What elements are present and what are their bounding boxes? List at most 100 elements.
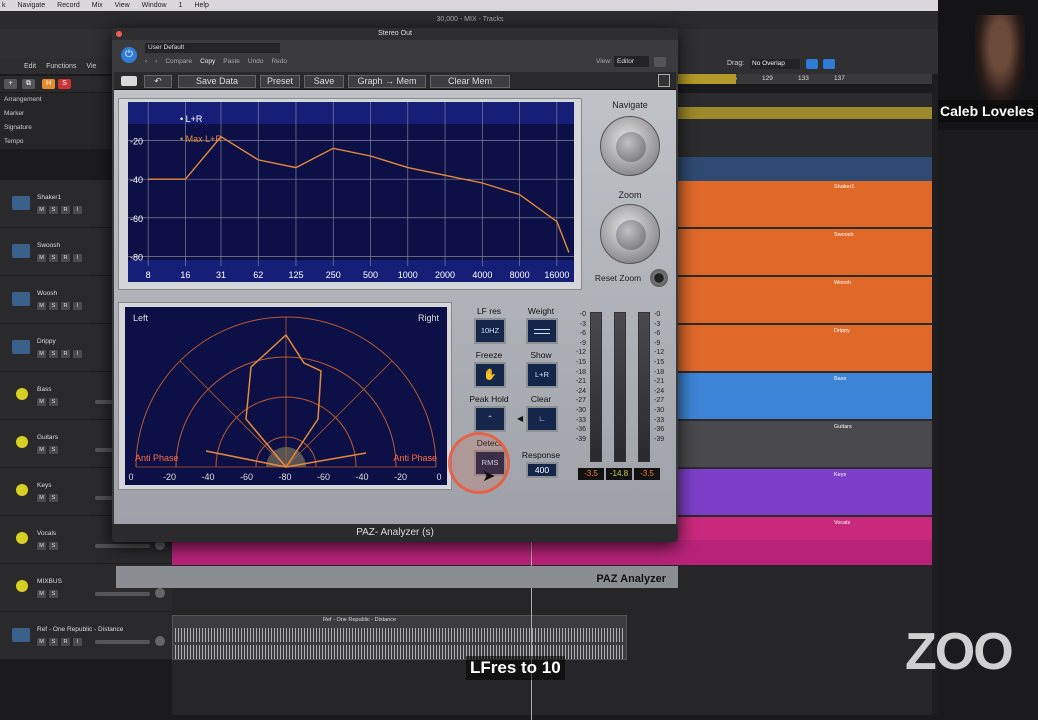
track-button[interactable]: M	[37, 494, 46, 502]
track-button[interactable]: S	[49, 302, 58, 310]
preset-button[interactable]: Preset	[260, 75, 300, 88]
vertical-scrollbar[interactable]	[932, 74, 938, 714]
show-button[interactable]: L+R	[526, 362, 558, 388]
track-button[interactable]: M	[37, 446, 46, 454]
prev-preset-icon[interactable]: ‹	[145, 58, 147, 65]
undo-icon[interactable]: ↶	[144, 75, 172, 88]
weight-button[interactable]	[526, 318, 558, 344]
center-peak-readout[interactable]: -14.8	[606, 468, 632, 480]
menu-item-0[interactable]: k	[2, 2, 6, 9]
track-button[interactable]: I	[73, 302, 82, 310]
track-button[interactable]: M	[37, 206, 46, 214]
lf-res-button[interactable]: 10HZ	[474, 318, 506, 344]
track-button[interactable]: M	[37, 638, 46, 646]
snap-icon[interactable]	[806, 59, 818, 69]
menu-item-2[interactable]: Record	[57, 2, 80, 9]
link-icon[interactable]	[654, 57, 666, 67]
redo-button[interactable]: Redo	[271, 58, 287, 65]
track-name[interactable]: Keys	[37, 482, 51, 489]
track-header[interactable]: Ref - One Republic - Distance M S R I	[0, 612, 172, 660]
track-button[interactable]: R	[61, 302, 70, 310]
peak-hold-icon[interactable]: ⌃	[474, 406, 506, 432]
track-button[interactable]: R	[61, 638, 70, 646]
flex-icon[interactable]	[823, 59, 835, 69]
zoom-joystick[interactable]	[600, 204, 660, 264]
left-peak-readout[interactable]: -3.5	[578, 468, 604, 480]
menu-item-1[interactable]: Navigate	[18, 2, 46, 9]
menu-item-7[interactable]: Help	[194, 2, 208, 9]
track-region[interactable]: Drippy	[676, 325, 932, 371]
volume-fader[interactable]	[95, 592, 150, 596]
track-name[interactable]: Ref - One Republic - Distance	[37, 626, 123, 633]
preset-select[interactable]: User Default	[145, 43, 280, 53]
track-button[interactable]: S	[49, 206, 58, 214]
track-button[interactable]: M	[37, 302, 46, 310]
next-preset-icon[interactable]: ›	[155, 58, 157, 65]
track-name[interactable]: MIXBUS	[37, 578, 62, 585]
menu-item-3[interactable]: Mix	[92, 2, 103, 9]
track-region[interactable]: Guitars	[676, 421, 932, 467]
menu-item-4[interactable]: View	[115, 2, 130, 9]
track-name[interactable]: Bass	[37, 386, 51, 393]
menu-icon[interactable]	[658, 74, 670, 87]
global-track-0[interactable]: Arrangement	[4, 96, 42, 103]
clear-icon[interactable]: ∟	[526, 406, 558, 432]
paste-button[interactable]: Paste	[223, 58, 240, 65]
track-button[interactable]: R	[61, 254, 70, 262]
volume-fader[interactable]	[95, 640, 150, 644]
s-button[interactable]: S	[58, 79, 71, 89]
freeze-hand-icon[interactable]: ✋	[474, 362, 506, 388]
view-select[interactable]: Editor	[614, 56, 649, 67]
track-name[interactable]: Shaker1	[37, 194, 61, 201]
track-button[interactable]: R	[61, 350, 70, 358]
menu-item-6[interactable]: 1	[179, 2, 183, 9]
pan-knob[interactable]	[155, 588, 165, 598]
spectrum-graph[interactable]: 8 16 31 62 125 250 500 1000 2000 4000 8000 16000 -20…	[128, 102, 574, 282]
track-button[interactable]: S	[49, 590, 58, 598]
track-button[interactable]: S	[49, 494, 58, 502]
hide-button[interactable]: H	[42, 79, 55, 89]
track-name[interactable]: Woosh	[37, 290, 57, 297]
track-button[interactable]: M	[37, 590, 46, 598]
arrangement-region[interactable]	[676, 107, 932, 119]
save-data-button[interactable]: Save Data	[178, 75, 256, 88]
track-button[interactable]: M	[37, 350, 46, 358]
edit-menu-2[interactable]: Vie	[86, 63, 96, 70]
track-button[interactable]: S	[49, 350, 58, 358]
track-button[interactable]: S	[49, 542, 58, 550]
vocals-region-strip[interactable]	[172, 540, 932, 565]
global-track-2[interactable]: Signature	[4, 124, 32, 131]
close-icon[interactable]	[116, 31, 122, 37]
save-button[interactable]: Save	[304, 75, 344, 88]
add-track-button[interactable]: +	[4, 79, 17, 89]
menu-item-5[interactable]: Window	[142, 2, 167, 9]
volume-fader[interactable]	[95, 544, 150, 548]
track-name[interactable]: Guitars	[37, 434, 58, 441]
track-button[interactable]: I	[73, 638, 82, 646]
track-button[interactable]: S	[49, 446, 58, 454]
track-button[interactable]: I	[73, 254, 82, 262]
track-name[interactable]: Vocals	[37, 530, 56, 537]
track-name[interactable]: Swoosh	[37, 242, 60, 249]
power-icon[interactable]: ⏻	[121, 47, 137, 63]
track-button[interactable]: I	[73, 350, 82, 358]
track-button[interactable]: R	[61, 206, 70, 214]
track-region[interactable]: Shaker1	[676, 181, 932, 227]
track-name[interactable]: Drippy	[37, 338, 56, 345]
response-value[interactable]: 400	[526, 462, 558, 478]
track-button[interactable]: M	[37, 254, 46, 262]
pan-knob[interactable]	[155, 636, 165, 646]
track-button[interactable]: M	[37, 542, 46, 550]
track-region[interactable]: Bass	[676, 373, 932, 419]
track-button[interactable]: S	[49, 254, 58, 262]
cycle-range[interactable]	[676, 74, 736, 84]
right-peak-readout[interactable]: -3.5	[634, 468, 660, 480]
duplicate-track-icon[interactable]: ⧉	[22, 79, 35, 89]
edit-menu-0[interactable]: Edit	[24, 63, 36, 70]
track-button[interactable]: M	[37, 398, 46, 406]
global-track-3[interactable]: Tempo	[4, 138, 24, 145]
clear-mem-button[interactable]: Clear Mem	[430, 75, 510, 88]
track-region[interactable]: Keys	[676, 469, 932, 515]
copy-button[interactable]: Copy	[200, 58, 215, 65]
track-region[interactable]: Woosh	[676, 277, 932, 323]
